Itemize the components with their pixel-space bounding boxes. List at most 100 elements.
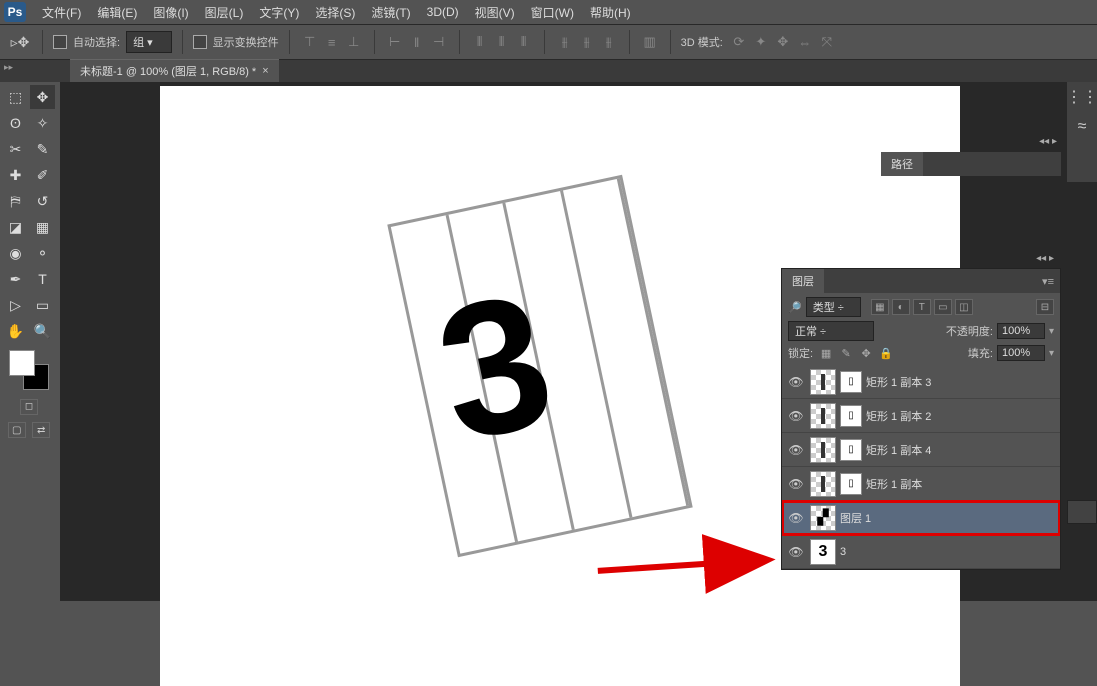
lock-position-icon[interactable]: ✥ [857,345,875,361]
align-bottom-icon[interactable]: ⊥ [344,32,364,52]
color-swatch[interactable] [9,350,49,390]
close-doc-icon[interactable]: × [262,65,268,77]
path-select-tool-icon[interactable]: ▷ [3,293,28,317]
panel-flyout-icon[interactable]: ▾≡ [1042,275,1060,288]
fill-field[interactable]: 100% [997,345,1045,361]
filter-adjust-icon[interactable]: ◐ [892,299,910,315]
show-transform-checkbox[interactable] [193,35,207,49]
document-tab[interactable]: 未标题-1 @ 100% (图层 1, RGB/8) * × [70,59,279,82]
filter-shape-icon[interactable]: ▭ [934,299,952,315]
align-center-icon[interactable]: ‖ [407,32,427,52]
opacity-field[interactable]: 100% [997,323,1045,339]
layer-thumb[interactable]: 3 [810,539,836,565]
visibility-eye-icon[interactable]: 👁 [786,443,806,457]
pan-3d-icon[interactable]: ✥ [773,32,793,52]
visibility-eye-icon[interactable]: 👁 [786,511,806,525]
menu-select[interactable]: 选择(S) [307,4,363,21]
adjustments-dock-icon[interactable]: ≈ [1067,112,1097,142]
move-tool-icon[interactable]: ✥ [30,85,55,109]
opacity-dropdown-icon[interactable]: ▾ [1049,326,1054,337]
layer-thumb[interactable]: ▞ [810,505,836,531]
align-middle-icon[interactable]: ≡ [322,32,342,52]
shape-tool-icon[interactable]: ▭ [30,293,55,317]
dodge-tool-icon[interactable]: ⚬ [30,241,55,265]
menu-layer[interactable]: 图层(L) [197,4,252,21]
menu-3d[interactable]: 3D(D) [419,5,467,19]
menu-window[interactable]: 窗口(W) [523,4,582,21]
paths-tab[interactable]: 路径 [881,152,923,176]
healing-tool-icon[interactable]: ✚ [3,163,28,187]
layer-row[interactable]: 👁 ▯ 矩形 1 副本 2 [782,399,1060,433]
layer-thumb[interactable] [810,437,836,463]
layers-tab[interactable]: 图层 [782,269,824,293]
stamp-tool-icon[interactable]: ⛿ [3,189,28,213]
layer-thumb[interactable] [810,471,836,497]
filter-pixel-icon[interactable]: ▦ [871,299,889,315]
layer-mask-thumb[interactable]: ▯ [840,371,862,393]
hand-tool-icon[interactable]: ✋ [3,319,28,343]
lock-transparent-icon[interactable]: ▦ [817,345,835,361]
filter-type-icon[interactable]: T [913,299,931,315]
auto-select-dropdown[interactable]: 组 ▾ [126,31,172,53]
menu-edit[interactable]: 编辑(E) [89,4,145,21]
layer-mask-thumb[interactable]: ▯ [840,473,862,495]
layer-thumb[interactable] [810,369,836,395]
menu-file[interactable]: 文件(F) [34,4,89,21]
slide-3d-icon[interactable]: ⇔ [795,32,815,52]
scale-3d-icon[interactable]: ⤧ [817,32,837,52]
distribute-icon[interactable]: ⫴ [492,32,512,52]
menu-view[interactable]: 视图(V) [467,4,523,21]
align-left-icon[interactable]: ⊢ [385,32,405,52]
mini-dock-icon[interactable] [1067,500,1097,524]
visibility-eye-icon[interactable]: 👁 [786,409,806,423]
roll-3d-icon[interactable]: ✦ [751,32,771,52]
history-brush-tool-icon[interactable]: ↺ [30,189,55,213]
gradient-tool-icon[interactable]: ▦ [30,215,55,239]
auto-select-checkbox[interactable] [53,35,67,49]
lasso-tool-icon[interactable]: ʘ [3,111,28,135]
screenmode-icon[interactable]: ⇄ [32,422,50,438]
layer-mask-thumb[interactable]: ▯ [840,439,862,461]
foreground-color[interactable] [9,350,35,376]
distribute-icon[interactable]: ⫵ [599,32,619,52]
menu-type[interactable]: 文字(Y) [251,4,307,21]
visibility-eye-icon[interactable]: 👁 [786,477,806,491]
layer-row[interactable]: 👁 ▯ 矩形 1 副本 4 [782,433,1060,467]
distribute-icon[interactable]: ⫵ [555,32,575,52]
auto-align-icon[interactable]: ▥ [640,32,660,52]
swatches-dock-icon[interactable]: ⋮⋮ [1067,82,1097,112]
pen-tool-icon[interactable]: ✒ [3,267,28,291]
type-tool-icon[interactable]: T [30,267,55,291]
filter-smart-icon[interactable]: ◫ [955,299,973,315]
distribute-icon[interactable]: ⫴ [514,32,534,52]
lock-all-icon[interactable]: 🔒 [877,345,895,361]
menu-image[interactable]: 图像(I) [145,4,196,21]
layer-mask-thumb[interactable]: ▯ [840,405,862,427]
panel-collapse-icon[interactable]: ◂◂ ▸ [1036,253,1054,264]
marquee-tool-icon[interactable]: ⬚ [3,85,28,109]
menu-filter[interactable]: 滤镜(T) [363,4,418,21]
distribute-icon[interactable]: ⫴ [470,32,490,52]
eraser-tool-icon[interactable]: ◪ [3,215,28,239]
blur-tool-icon[interactable]: ◉ [3,241,28,265]
filter-toggle-icon[interactable]: ⊟ [1036,299,1054,315]
menu-help[interactable]: 帮助(H) [582,4,639,21]
distribute-icon[interactable]: ⫵ [577,32,597,52]
dock-expand-icon[interactable]: ▸▸ [4,62,13,73]
magic-wand-tool-icon[interactable]: ✧ [30,111,55,135]
orbit-3d-icon[interactable]: ⟳ [729,32,749,52]
crop-tool-icon[interactable]: ✂ [3,137,28,161]
eyedropper-tool-icon[interactable]: ✎ [30,137,55,161]
quickmask-toggle-icon[interactable]: ◻ [20,399,38,415]
align-right-icon[interactable]: ⊣ [429,32,449,52]
layer-row[interactable]: 👁 3 3 [782,535,1060,569]
panel-collapse-icon[interactable]: ◂◂ ▸ [1039,136,1057,147]
layer-row-selected[interactable]: 👁 ▞ 图层 1 [782,501,1060,535]
fill-dropdown-icon[interactable]: ▾ [1049,348,1054,359]
brush-tool-icon[interactable]: ✐ [30,163,55,187]
lock-pixels-icon[interactable]: ✎ [837,345,855,361]
layer-thumb[interactable] [810,403,836,429]
filter-kind-dropdown[interactable]: 类型 ÷ [806,297,861,317]
layer-row[interactable]: 👁 ▯ 矩形 1 副本 3 [782,365,1060,399]
blend-mode-dropdown[interactable]: 正常 ÷ [788,321,874,341]
